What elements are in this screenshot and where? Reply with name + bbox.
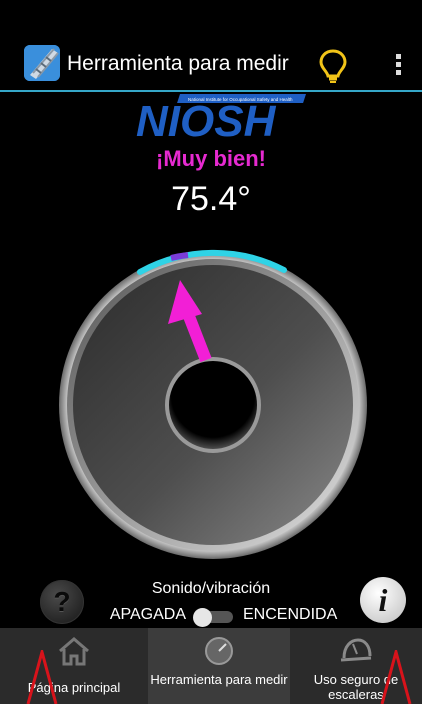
tab-home[interactable]: Página principal — [0, 628, 148, 704]
angle-gauge — [56, 248, 370, 562]
status-message: ¡Muy bien! — [156, 146, 266, 171]
red-annotation-mark — [380, 650, 412, 704]
lightbulb-icon[interactable] — [318, 48, 348, 84]
sound-toggle-row: APAGADA ENCENDIDA — [0, 604, 422, 628]
toggle-on-label: ENCENDIDA — [243, 606, 338, 623]
tab-measure-tool-label: Herramienta para medir — [150, 672, 288, 687]
angle-reading: 75.4° — [171, 180, 251, 218]
tab-measure-tool[interactable]: Herramienta para medir — [148, 628, 290, 704]
niosh-logo-subtitle: National Institute for Occupational Safe… — [188, 97, 293, 102]
sound-vibration-switch[interactable] — [193, 608, 233, 627]
ladder-app-icon[interactable] — [24, 45, 60, 81]
overflow-menu-icon[interactable] — [392, 51, 404, 79]
status-bar — [0, 0, 422, 36]
toggle-off-label: APAGADA — [109, 606, 186, 623]
niosh-logo-text: NIOSH — [136, 97, 277, 140]
hard-hat-icon — [339, 636, 373, 666]
app-title: Herramienta para medir — [67, 52, 289, 75]
niosh-logo: NIOSH National Institute for Occupationa… — [128, 94, 306, 146]
gauge-icon — [202, 636, 236, 666]
sound-vibration-label: Sonido/vibración — [151, 580, 271, 597]
tab-home-label: Página principal — [27, 680, 121, 695]
red-annotation-mark — [26, 650, 58, 704]
